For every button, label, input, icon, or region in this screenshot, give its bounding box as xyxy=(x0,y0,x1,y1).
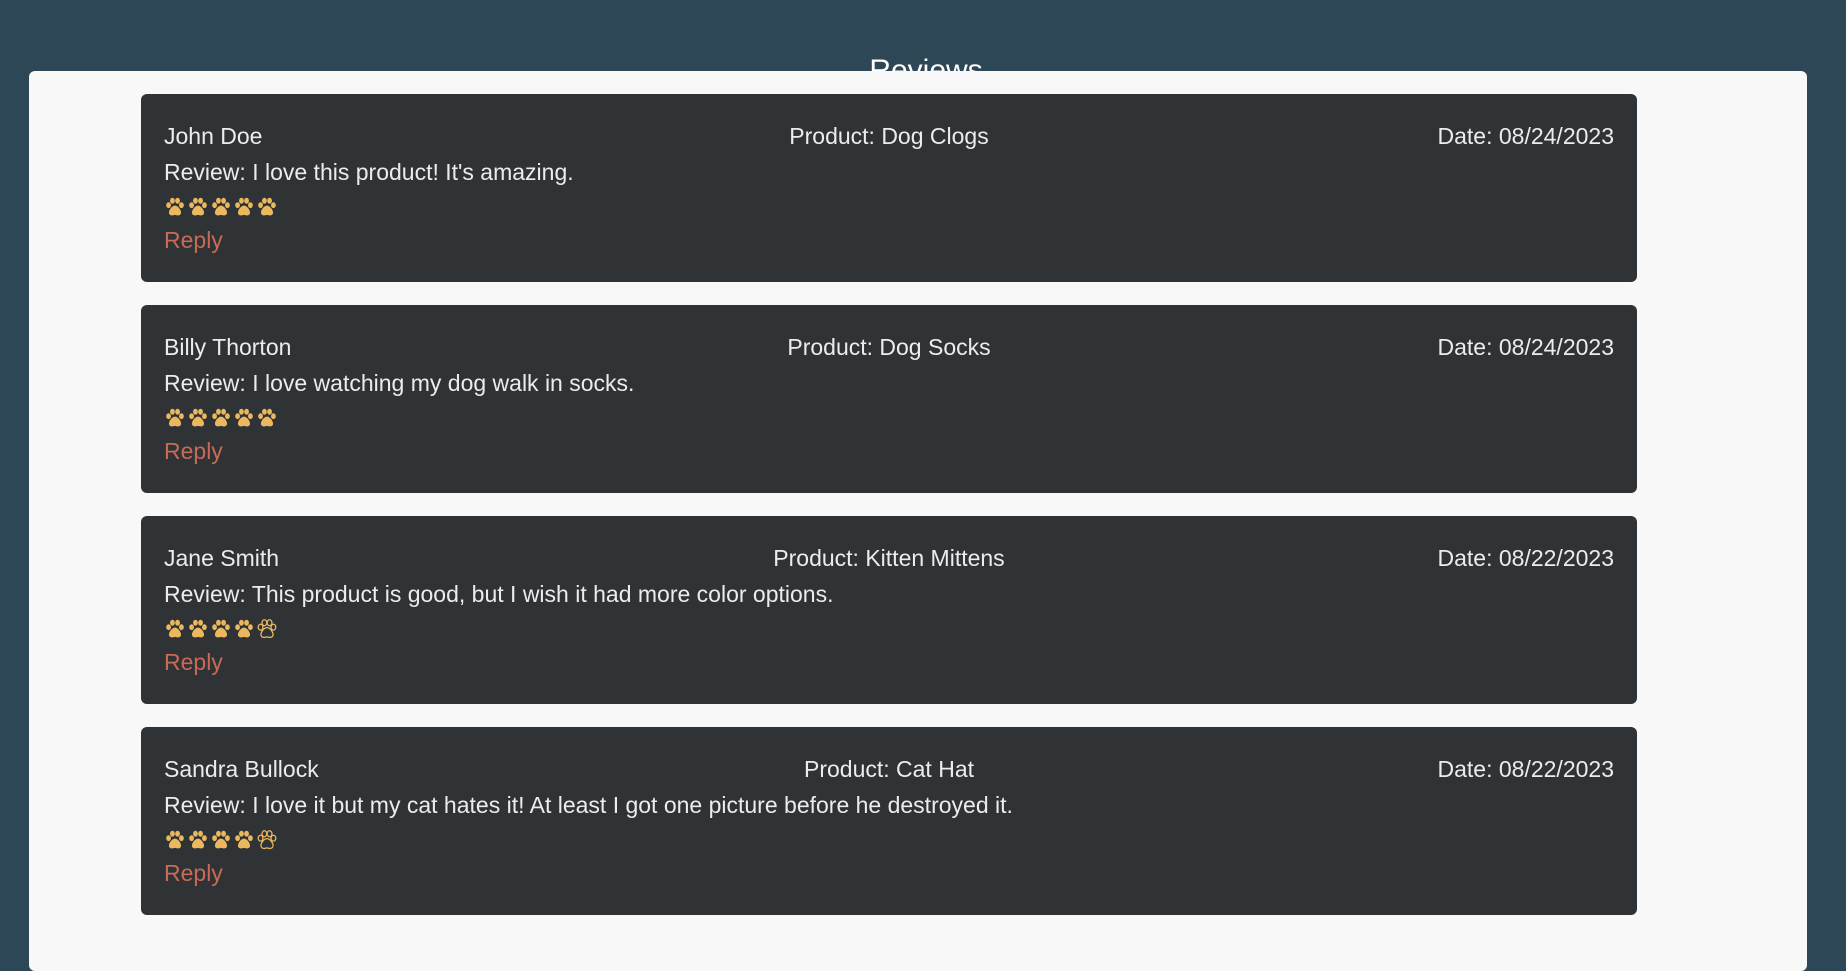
paw-filled-icon xyxy=(258,408,276,427)
review-author: Billy Thorton xyxy=(164,334,292,360)
review-card: Sandra Bullock Product: Cat Hat Date: 08… xyxy=(141,727,1637,915)
paw-filled-icon xyxy=(189,619,207,638)
review-author: Jane Smith xyxy=(164,545,280,571)
paw-filled-icon xyxy=(235,408,253,427)
review-date: Date: 08/22/2023 xyxy=(1437,545,1614,571)
paw-filled-icon xyxy=(189,830,207,849)
review-author: Sandra Bullock xyxy=(164,756,319,782)
paw-filled-icon xyxy=(166,830,184,849)
paw-filled-icon xyxy=(235,197,253,216)
paw-filled-icon xyxy=(166,408,184,427)
review-product: Product: Kitten Mittens xyxy=(773,545,1005,571)
review-header: Sandra Bullock Product: Cat Hat Date: 08… xyxy=(164,751,1614,787)
review-text: Review: This product is good, but I wish… xyxy=(164,581,834,607)
review-card: John Doe Product: Dog Clogs Date: 08/24/… xyxy=(141,94,1637,282)
paw-filled-icon xyxy=(258,197,276,216)
paw-filled-icon xyxy=(189,197,207,216)
review-text: Review: I love watching my dog walk in s… xyxy=(164,370,635,396)
paw-filled-icon xyxy=(189,408,207,427)
paw-filled-icon xyxy=(212,408,230,427)
review-author: John Doe xyxy=(164,123,263,149)
reply-link[interactable]: Reply xyxy=(164,435,223,467)
reply-link[interactable]: Reply xyxy=(164,857,223,889)
review-text: Review: I love it but my cat hates it! A… xyxy=(164,792,1013,818)
paw-outline-icon xyxy=(257,619,277,639)
reply-link[interactable]: Reply xyxy=(164,224,223,256)
review-product: Product: Cat Hat xyxy=(803,756,975,782)
paw-rating xyxy=(164,823,1614,857)
paw-filled-icon xyxy=(166,619,184,638)
review-product: Product: Dog Socks xyxy=(787,334,991,360)
paw-rating xyxy=(164,612,1614,646)
paw-filled-icon xyxy=(166,197,184,216)
paw-filled-icon xyxy=(212,197,230,216)
review-header: Billy Thorton Product: Dog Socks Date: 0… xyxy=(164,329,1614,365)
review-product: Product: Dog Clogs xyxy=(789,123,989,149)
review-date: Date: 08/24/2023 xyxy=(1437,123,1614,149)
paw-rating xyxy=(164,401,1614,435)
review-date: Date: 08/24/2023 xyxy=(1437,334,1614,360)
paw-filled-icon xyxy=(212,830,230,849)
paw-filled-icon xyxy=(235,619,253,638)
paw-rating xyxy=(164,190,1614,224)
review-header: John Doe Product: Dog Clogs Date: 08/24/… xyxy=(164,118,1614,154)
paw-filled-icon xyxy=(212,619,230,638)
review-text: Review: I love this product! It's amazin… xyxy=(164,159,574,185)
review-card: Billy Thorton Product: Dog Socks Date: 0… xyxy=(141,305,1637,493)
review-card: Jane Smith Product: Kitten Mittens Date:… xyxy=(141,516,1637,704)
paw-outline-icon xyxy=(257,830,277,850)
reviews-list: John Doe Product: Dog Clogs Date: 08/24/… xyxy=(141,94,1637,938)
review-header: Jane Smith Product: Kitten Mittens Date:… xyxy=(164,540,1614,576)
review-date: Date: 08/22/2023 xyxy=(1437,756,1614,782)
reply-link[interactable]: Reply xyxy=(164,646,223,678)
paw-filled-icon xyxy=(235,830,253,849)
